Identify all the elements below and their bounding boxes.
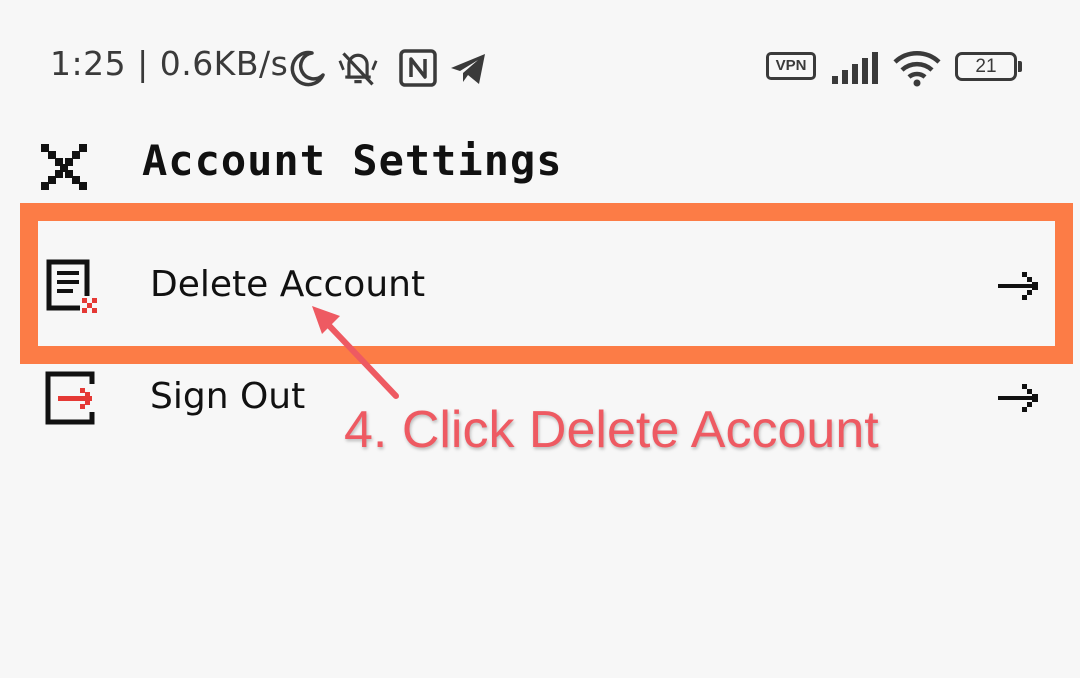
nfc-icon bbox=[399, 49, 437, 87]
sign-out-icon bbox=[45, 371, 96, 425]
annotation-text: 4. Click Delete Account bbox=[344, 401, 879, 459]
telegram-icon bbox=[451, 54, 485, 84]
delete-account-label: Delete Account bbox=[150, 264, 426, 305]
status-time-speed: 1:25 | 0.6KB/s bbox=[50, 44, 289, 83]
battery-icon: 21 bbox=[955, 52, 1022, 81]
delete-account-row[interactable]: Delete Account bbox=[0, 236, 1080, 336]
close-icon[interactable] bbox=[38, 140, 90, 192]
page-title: Account Settings bbox=[142, 136, 563, 185]
mute-vibrate-icon bbox=[338, 52, 378, 86]
delete-document-icon bbox=[46, 259, 100, 314]
signal-icon bbox=[832, 52, 878, 84]
wifi-icon bbox=[893, 51, 941, 87]
vpn-badge: VPN bbox=[766, 52, 816, 80]
sign-out-label: Sign Out bbox=[150, 376, 306, 417]
arrow-right-icon bbox=[998, 272, 1038, 300]
arrow-right-icon bbox=[998, 384, 1038, 412]
moon-icon bbox=[290, 50, 325, 87]
status-bar: 1:25 | 0.6KB/s VPN 21 bbox=[0, 0, 1080, 130]
